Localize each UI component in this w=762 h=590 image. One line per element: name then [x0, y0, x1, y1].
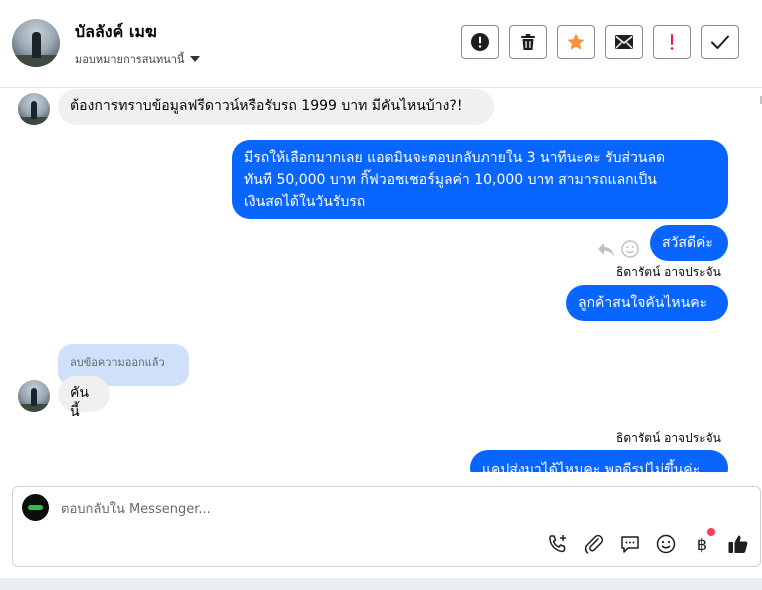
trash-icon: [521, 34, 535, 50]
avatar-figure: [31, 388, 37, 406]
outgoing-message[interactable]: มีรถให้เลือกมากเลย แอดมินจะตอบกลับภายใน …: [232, 140, 728, 219]
notification-dot: [707, 528, 715, 536]
reply-icon[interactable]: [596, 239, 616, 259]
page-avatar: [22, 494, 49, 521]
message-text-line: ทันที 50,000 บาท กิ๊ฟวอชเชอร์มูลค่า 10,0…: [244, 172, 657, 188]
avatar-figure: [32, 32, 41, 58]
bottom-bar: [0, 578, 762, 590]
report-button[interactable]: [461, 25, 499, 59]
emoji-icon[interactable]: [654, 532, 678, 556]
page-logo: [28, 505, 43, 510]
outgoing-message[interactable]: ลูกค้าสนใจคันไหนคะ: [566, 285, 728, 321]
attach-icon[interactable]: [582, 532, 606, 556]
incoming-message[interactable]: ต้องการทราบข้อมูลฟรีดาวน์หรือรับรถ 1999 …: [58, 89, 494, 125]
star-icon: [567, 33, 585, 50]
thumbs-up-icon[interactable]: [726, 532, 750, 556]
message-text: สวัสดีค่ะ: [662, 235, 713, 251]
contact-avatar[interactable]: [12, 19, 60, 67]
header-divider: [0, 87, 762, 88]
message-text-line: มีรถให้เลือกมากเลย แอดมินจะตอบกลับภายใน …: [244, 150, 666, 166]
sender-name: ธิดารัตน์ อาจประจัน: [616, 265, 721, 279]
mark-important-button[interactable]: [653, 25, 691, 59]
mark-done-button[interactable]: [701, 25, 739, 59]
sender-name: ธิดารัตน์ อาจประจัน: [616, 431, 721, 445]
add-call-icon[interactable]: [546, 532, 570, 556]
delete-button[interactable]: [509, 25, 547, 59]
message-text: แคปส่งมาได้ไหมคะ พอดีรูปไม่ขึ้นค่ะ: [482, 462, 701, 472]
exclamation-icon: [670, 34, 674, 50]
message-text: ต้องการทราบข้อมูลฟรีดาวน์หรือรับรถ 1999 …: [70, 98, 463, 114]
reply-composer: [12, 486, 761, 567]
avatar-figure: [31, 101, 37, 119]
customer-avatar: [18, 93, 50, 125]
incoming-message[interactable]: คันนี้: [58, 376, 110, 420]
assign-conversation-dropdown[interactable]: มอบหมายการสนทนานี้: [75, 50, 201, 68]
saved-replies-icon[interactable]: [618, 532, 642, 556]
assign-label: มอบหมายการสนทนานี้: [75, 53, 185, 66]
customer-avatar: [18, 380, 50, 412]
message-clip: แคปส่งมาได้ไหมคะ พอดีรูปไม่ขึ้นค่ะ: [470, 450, 728, 472]
react-emoji-icon[interactable]: [620, 239, 640, 259]
message-text: คันนี้: [70, 385, 89, 420]
envelope-icon: [615, 35, 633, 49]
alert-circle-icon: [471, 33, 489, 51]
outgoing-message[interactable]: แคปส่งมาได้ไหมคะ พอดีรูปไม่ขึ้นค่ะ: [470, 450, 728, 472]
check-icon: [711, 35, 729, 49]
message-text: ลูกค้าสนใจคันไหนคะ: [578, 295, 708, 311]
star-button[interactable]: [557, 25, 595, 59]
message-text-line: เงินสดได้ในวันรับรถ: [244, 194, 366, 210]
reply-input[interactable]: [61, 500, 461, 518]
contact-name[interactable]: บัลลังค์ เมฆ: [75, 20, 157, 45]
mark-unread-button[interactable]: [605, 25, 643, 59]
outgoing-message[interactable]: สวัสดีค่ะ: [650, 225, 728, 261]
caret-down-icon: [190, 56, 201, 62]
deleted-label: ลบข้อความออกแล้ว: [70, 356, 165, 369]
